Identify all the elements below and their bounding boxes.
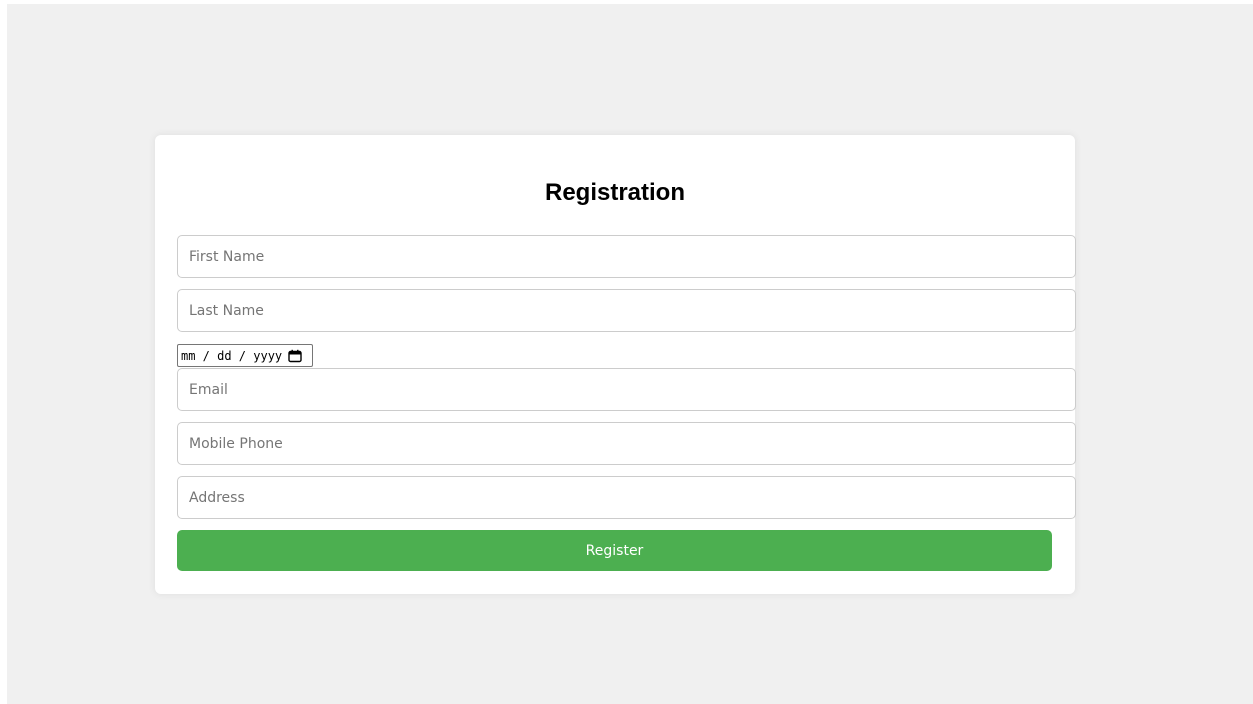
register-button[interactable]: Register bbox=[177, 530, 1052, 571]
email-input[interactable] bbox=[177, 368, 1076, 411]
mobile-phone-input[interactable] bbox=[177, 422, 1076, 465]
calendar-icon[interactable] bbox=[288, 349, 302, 363]
date-format-text: mm / dd / yyyy bbox=[181, 348, 283, 363]
form-title: Registration bbox=[544, 179, 685, 206]
birthdate-input[interactable]: mm / dd / yyyy bbox=[177, 344, 313, 367]
first-name-input[interactable] bbox=[177, 235, 1076, 278]
last-name-input[interactable] bbox=[177, 289, 1076, 332]
address-input[interactable] bbox=[177, 476, 1076, 519]
registration-card: Registration mm / dd / yyyy Register bbox=[155, 135, 1076, 594]
